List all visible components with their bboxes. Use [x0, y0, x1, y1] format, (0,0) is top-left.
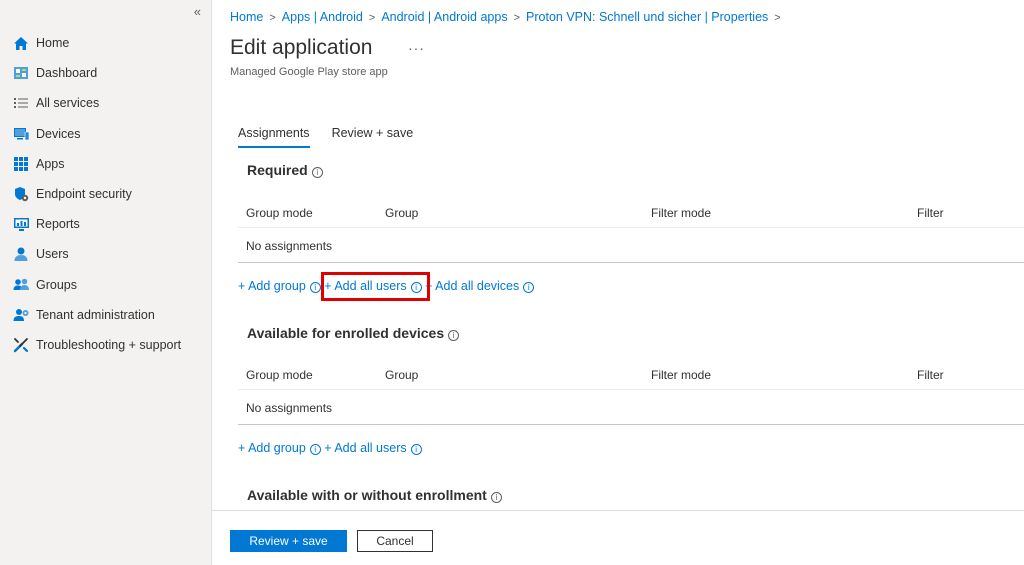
sidebar-item-label: Tenant administration: [36, 307, 155, 322]
info-icon[interactable]: i: [309, 282, 321, 293]
home-icon: [12, 35, 30, 51]
footer-bar: Review + save Cancel: [212, 510, 1024, 565]
dashboard-icon: [12, 65, 30, 81]
cancel-button[interactable]: Cancel: [357, 530, 433, 552]
empty-row-text: No assignments: [246, 238, 333, 253]
sidebar-item-groups[interactable]: Groups: [0, 270, 211, 300]
main-content: Home > Apps | Android > Android | Android ap…: [212, 0, 1024, 565]
sidebar-item-label: All services: [36, 96, 100, 111]
add-group-link[interactable]: + Add group: [238, 279, 306, 293]
add-all-users-link[interactable]: + Add all users: [324, 441, 406, 455]
user-icon: [12, 246, 30, 262]
info-icon[interactable]: i: [410, 444, 422, 455]
sidebar-item-label: Users: [36, 247, 69, 262]
chevron-right-icon: >: [513, 12, 521, 24]
column-group: Group: [385, 205, 419, 220]
sidebar-item-label: Endpoint security: [36, 187, 132, 202]
sidebar-item-label: Troubleshooting + support: [36, 337, 182, 352]
column-group-mode: Group mode: [246, 367, 313, 382]
chevron-right-icon: >: [368, 12, 376, 24]
review-save-button[interactable]: Review + save: [230, 530, 347, 552]
sidebar-item-devices[interactable]: Devices: [0, 119, 211, 149]
groups-icon: [12, 277, 30, 293]
sidebar-item-label: Dashboard: [36, 66, 98, 81]
tenant-admin-icon: [12, 307, 30, 323]
highlight-box: [321, 272, 430, 301]
column-filter: Filter: [917, 205, 944, 220]
page-title: Edit application: [230, 36, 373, 59]
column-filter-mode: Filter mode: [651, 205, 712, 220]
section-available-any-title: Available with or without enrollment i: [247, 487, 502, 503]
shield-icon: [12, 186, 30, 202]
sidebar-item-dashboard[interactable]: Dashboard: [0, 58, 211, 88]
sidebar-item-label: Home: [36, 36, 70, 51]
page-subtitle: Managed Google Play store app: [230, 66, 388, 78]
apps-icon: [12, 156, 30, 172]
table-header: Group mode Group Filter mode Filter: [238, 360, 1024, 390]
info-icon[interactable]: i: [490, 492, 502, 503]
tab-assignments[interactable]: Assignments: [238, 124, 310, 148]
sidebar-item-label: Devices: [36, 126, 81, 141]
sidebar-item-tenant-administration[interactable]: Tenant administration: [0, 300, 211, 330]
sidebar-item-label: Apps: [36, 156, 65, 171]
info-icon[interactable]: i: [448, 330, 460, 341]
breadcrumb-home[interactable]: Home: [230, 10, 263, 24]
column-filter-mode: Filter mode: [651, 367, 712, 382]
tab-bar: Assignments Review + save: [238, 124, 435, 148]
sidebar-item-label: Reports: [36, 217, 80, 232]
empty-row-text: No assignments: [246, 400, 333, 415]
section-required-title: Required i: [247, 162, 323, 178]
wrench-icon: [12, 337, 30, 353]
sidebar-item-users[interactable]: Users: [0, 239, 211, 269]
sidebar-item-label: Groups: [36, 277, 77, 292]
breadcrumb-apps-android[interactable]: Apps | Android: [282, 10, 363, 24]
breadcrumb-android-apps[interactable]: Android | Android apps: [381, 10, 507, 24]
info-icon[interactable]: i: [311, 167, 323, 178]
table-row: No assignments: [238, 229, 1024, 263]
info-icon[interactable]: i: [309, 444, 321, 455]
sidebar-item-all-services[interactable]: All services: [0, 88, 211, 118]
chevron-right-icon: >: [269, 12, 276, 24]
column-group: Group: [385, 367, 419, 382]
add-all-devices-link[interactable]: + Add all devices: [425, 279, 519, 293]
more-options-button[interactable]: ···: [408, 40, 425, 56]
breadcrumb: Home > Apps | Android > Android | Android ap…: [230, 10, 787, 24]
tab-review-save[interactable]: Review + save: [332, 124, 414, 148]
devices-icon: [12, 126, 30, 142]
column-group-mode: Group mode: [246, 205, 313, 220]
sidebar-item-endpoint-security[interactable]: Endpoint security: [0, 179, 211, 209]
add-group-link[interactable]: + Add group: [238, 441, 306, 455]
section-title-text: Available for enrolled devices: [247, 325, 445, 341]
section-available-enrolled-title: Available for enrolled devices i: [247, 325, 460, 341]
table-row: No assignments: [238, 391, 1024, 425]
sidebar-item-reports[interactable]: Reports: [0, 209, 211, 239]
sidebar-nav: Home Dashboard All services Devices Apps: [0, 28, 211, 360]
table-header: Group mode Group Filter mode Filter: [238, 198, 1024, 228]
sidebar-item-home[interactable]: Home: [0, 28, 211, 58]
chevron-right-icon: >: [774, 12, 781, 24]
sidebar-item-troubleshooting[interactable]: Troubleshooting + support: [0, 330, 211, 360]
list-icon: [12, 95, 30, 111]
column-filter: Filter: [917, 367, 944, 382]
breadcrumb-app-properties[interactable]: Proton VPN: Schnell und sicher | Propert…: [526, 10, 768, 24]
section-title-text: Required: [247, 162, 308, 178]
section-title-text: Available with or without enrollment: [247, 487, 487, 503]
reports-icon: [12, 216, 30, 232]
collapse-sidebar-button[interactable]: «: [194, 4, 201, 19]
sidebar: « Home Dashboard All services Devices Ap…: [0, 0, 212, 565]
sidebar-item-apps[interactable]: Apps: [0, 149, 211, 179]
info-icon[interactable]: i: [523, 282, 535, 293]
enrolled-add-links: + Add group i + Add all users i: [238, 441, 422, 455]
